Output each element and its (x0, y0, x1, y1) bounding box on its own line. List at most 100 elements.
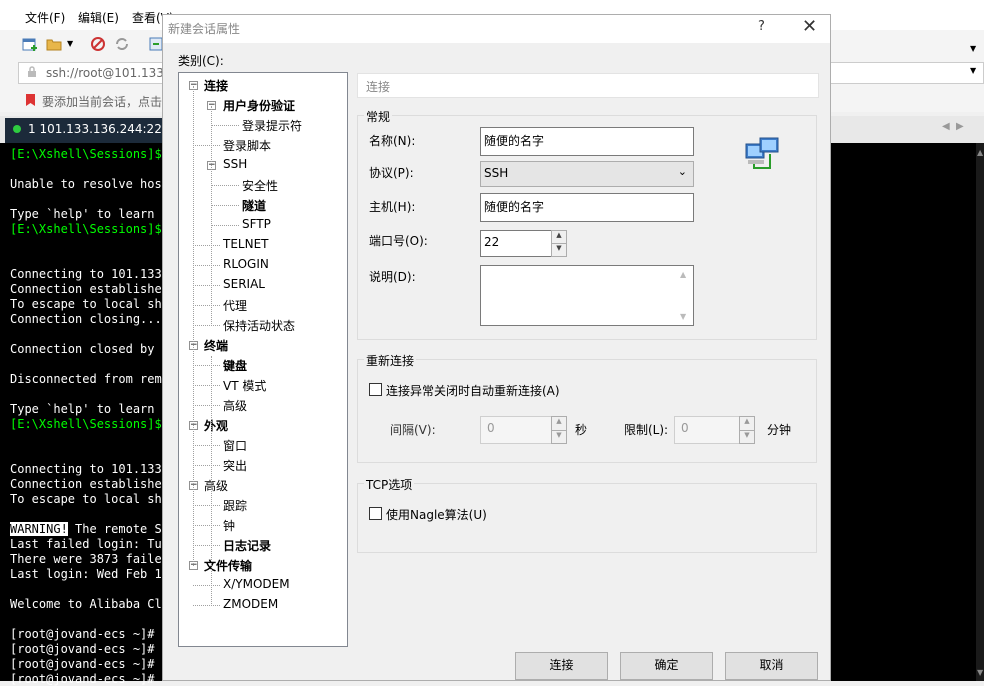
tree-item[interactable]: ZMODEM (223, 597, 278, 611)
tab-scroll-right-icon[interactable]: ▶ (956, 121, 964, 132)
nagle-label: 使用Nagle算法(U) (386, 508, 487, 522)
port-label: 端口号(O): (369, 234, 428, 248)
tree-connector (193, 545, 220, 546)
port-increment-button[interactable]: ▲ (551, 230, 567, 244)
terminal-line: Last login: Wed Feb 16 (10, 567, 169, 581)
tree-item[interactable]: 登录脚本 (223, 137, 271, 154)
limit-input[interactable]: 0 (674, 416, 746, 444)
tree-item[interactable]: 高级 (223, 397, 247, 414)
dialog-title: 新建会话属性 (168, 22, 241, 36)
auto-reconnect-checkbox[interactable] (369, 383, 382, 396)
tree-connector (193, 145, 220, 146)
port-decrement-button[interactable]: ▼ (551, 243, 567, 257)
category-label: 类别(C): (178, 54, 224, 68)
tree-connector (193, 585, 220, 586)
tree-item[interactable]: 安全性 (242, 177, 278, 194)
port-input[interactable]: 22 (480, 230, 552, 257)
host-input[interactable]: 随便的名字 (480, 193, 694, 222)
connected-status-icon (13, 125, 21, 133)
terminal-line: Connection closed by f (10, 342, 169, 356)
terminal-line: Connecting to 101.133. (10, 267, 169, 281)
chevron-down-icon: ⌄ (677, 165, 687, 178)
tree-connector (211, 125, 239, 126)
tree-item[interactable]: 跟踪 (223, 497, 247, 514)
tree-connector (211, 205, 239, 206)
connect-button[interactable]: 连接 (515, 652, 608, 680)
terminal-line: [E:\Xshell\Sessions]$ (10, 417, 162, 431)
tree-item[interactable]: 高级 (204, 477, 228, 494)
reconnect-icon[interactable] (114, 36, 130, 52)
tree-item[interactable]: VT 模式 (223, 377, 266, 394)
ok-button[interactable]: 确定 (620, 652, 713, 680)
tab-scroll-left-icon[interactable]: ◀ (942, 121, 950, 132)
tree-connector (193, 265, 220, 266)
menu-edit[interactable]: 编辑(E) (78, 9, 119, 26)
disconnect-icon[interactable] (90, 36, 106, 52)
interval-decrement-button[interactable]: ▼ (551, 430, 567, 444)
tree-connector (193, 405, 220, 406)
toolbar-overflow-icon[interactable]: ▼ (970, 44, 976, 53)
terminal-line: Connecting to 101.133. (10, 462, 169, 476)
tree-item[interactable]: 窗口 (223, 437, 247, 454)
tree-connector (211, 185, 239, 186)
menu-file[interactable]: 文件(F) (25, 9, 65, 26)
terminal-line: Last failed login: Tue (10, 537, 169, 551)
tree-guide-line (211, 106, 212, 326)
open-folder-icon[interactable] (46, 36, 62, 52)
interval-input[interactable]: 0 (480, 416, 552, 444)
tree-item[interactable]: 钟 (223, 517, 235, 534)
tree-item[interactable]: 终端 (204, 337, 228, 354)
tree-guide-line (193, 86, 194, 566)
nagle-checkbox[interactable] (369, 507, 382, 520)
scroll-up-icon[interactable]: ▲ (977, 148, 983, 157)
name-input[interactable]: 随便的名字 (480, 127, 694, 156)
tree-item[interactable]: 键盘 (223, 357, 247, 374)
tree-item[interactable]: 外观 (204, 417, 228, 434)
limit-increment-button[interactable]: ▲ (739, 416, 755, 431)
tree-item[interactable]: TELNET (223, 237, 269, 251)
tree-item[interactable]: 代理 (223, 297, 247, 314)
cancel-button[interactable]: 取消 (725, 652, 818, 680)
description-scroll-up-icon[interactable]: ▲ (680, 270, 686, 279)
lock-icon (28, 66, 36, 77)
terminal-line: Connection closing...S (10, 312, 169, 326)
protocol-select[interactable]: SSH ⌄ (480, 161, 694, 187)
tree-item[interactable]: RLOGIN (223, 257, 269, 271)
description-textarea[interactable] (480, 265, 694, 326)
tree-item[interactable]: 隧道 (242, 197, 266, 214)
tree-connector (193, 385, 220, 386)
terminal-line: Connection established (10, 477, 169, 491)
tcp-options-title: TCP选项 (364, 476, 415, 493)
description-scroll-down-icon[interactable]: ▼ (680, 312, 686, 321)
tree-item[interactable]: 日志记录 (223, 537, 271, 554)
tree-item[interactable]: 连接 (204, 77, 228, 94)
chevron-down-icon[interactable]: ▼ (67, 39, 73, 48)
limit-decrement-button[interactable]: ▼ (739, 430, 755, 444)
terminal-line: There were 3873 failed (10, 552, 169, 566)
tree-item[interactable]: X/YMODEM (223, 577, 290, 591)
tree-item[interactable]: 保持活动状态 (223, 317, 295, 334)
terminal-line: [root@jovand-ecs ~]# l (10, 657, 169, 671)
address-dropdown-icon[interactable]: ▼ (970, 66, 976, 75)
dialog-titlebar (163, 15, 830, 43)
help-icon[interactable]: ? (758, 19, 765, 34)
terminal-scrollbar[interactable] (976, 143, 984, 681)
terminal-line: Unable to resolve host (10, 177, 169, 191)
tree-item[interactable]: 登录提示符 (242, 117, 302, 134)
tree-connector (193, 525, 220, 526)
tree-item[interactable]: SERIAL (223, 277, 265, 291)
scroll-down-icon[interactable]: ▼ (977, 668, 983, 677)
new-session-icon[interactable] (22, 36, 38, 52)
tree-guide-line (211, 356, 212, 606)
tree-item[interactable]: SFTP (242, 217, 271, 231)
tree-connector (193, 365, 220, 366)
tree-item[interactable]: 用户身份验证 (223, 97, 295, 114)
interval-increment-button[interactable]: ▲ (551, 416, 567, 431)
tree-item[interactable]: 突出 (223, 457, 247, 474)
auto-reconnect-label: 连接异常关闭时自动重新连接(A) (386, 384, 560, 398)
terminal-line: [root@jovand-ecs ~]# (10, 642, 155, 656)
close-icon[interactable]: ✕ (802, 16, 817, 37)
tree-connector (193, 465, 220, 466)
tree-item[interactable]: SSH (223, 157, 247, 171)
terminal-line: WARNING! The remote SS (10, 522, 169, 536)
